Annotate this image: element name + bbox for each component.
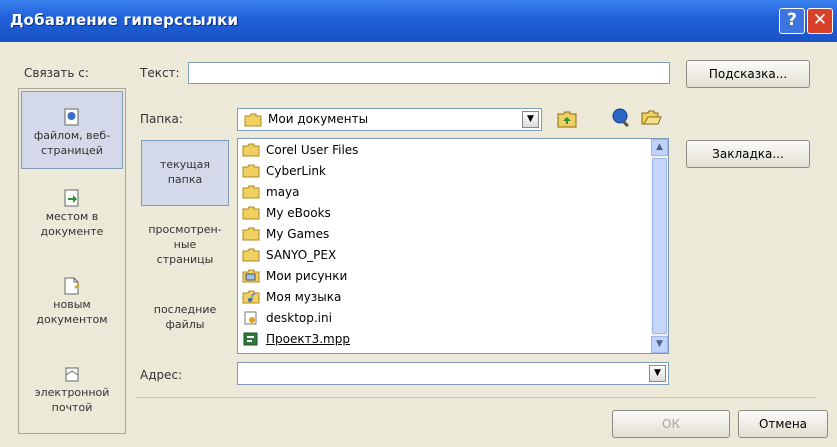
address-label: Адрес: (140, 368, 183, 382)
title-bar[interactable]: Добавление гиперссылки ? ✕ (0, 0, 837, 42)
browsed-pages-label-3: страницы (156, 253, 214, 266)
link-to-place-in-document[interactable]: местом в документе (21, 189, 123, 239)
cancel-button[interactable]: Отмена (738, 410, 828, 438)
pictures-folder-icon (242, 269, 260, 283)
list-item[interactable]: Проект3.mpp (242, 329, 350, 349)
link-to-web-page[interactable]: файлом, веб- страницей (21, 91, 123, 169)
address-dropdown-arrow[interactable]: ▼ (649, 365, 666, 382)
web-page-icon (64, 108, 79, 126)
folder-icon (242, 143, 260, 157)
recent-files-tab[interactable]: последние файлы (141, 302, 229, 332)
link-to-panel: файлом, веб- страницей местом в документ… (18, 88, 126, 434)
up-folder-button[interactable] (556, 108, 578, 130)
recent-files-label: последние (153, 303, 217, 316)
browsed-pages-label: просмотрен- (148, 223, 222, 236)
browsed-pages-tab[interactable]: просмотрен- ные страницы (141, 222, 229, 267)
file-name: My eBooks (266, 206, 331, 220)
list-item[interactable]: Мои рисунки (242, 266, 347, 286)
folder-icon (242, 227, 260, 241)
current-folder-label-2: папка (167, 173, 203, 186)
file-name: Corel User Files (266, 143, 359, 157)
web-search-icon (612, 108, 629, 128)
link-to-email-label-2: почтой (51, 401, 93, 414)
folder-icon (242, 164, 260, 178)
folder-selected: Мои документы (268, 112, 369, 126)
file-list-scrollbar[interactable]: ▲ ▼ (651, 139, 668, 353)
current-folder-label: текущая (159, 158, 211, 171)
ok-button[interactable]: ОК (612, 410, 730, 438)
link-to-new-document-label-2: документом (36, 313, 108, 326)
link-to-place-label: местом в (45, 210, 99, 223)
hyperlink-dialog: Добавление гиперссылки ? ✕ Связать с: фа… (0, 0, 837, 447)
folder-icon (242, 248, 260, 262)
file-name: Мои рисунки (266, 269, 348, 283)
link-to-new-document-label: новым (53, 298, 91, 311)
text-label: Текст: (140, 66, 180, 80)
file-name: maya (266, 185, 300, 199)
scroll-down-button[interactable]: ▼ (651, 336, 668, 353)
look-in-panel: текущая папка просмотрен- ные страницы п… (139, 138, 231, 354)
document-place-icon (64, 189, 79, 207)
link-to-email-label: электронной (34, 386, 110, 399)
bookmark-button[interactable]: Закладка... (686, 140, 810, 168)
list-item[interactable]: Corel User Files (242, 140, 358, 160)
file-name: Моя музыка (266, 290, 342, 304)
browse-file-button[interactable] (640, 106, 662, 128)
link-to-web-page-label-2: страницей (41, 144, 103, 157)
list-item[interactable]: My Games (242, 224, 329, 244)
folder-icon (244, 113, 262, 127)
folder-label: Папка: (140, 112, 183, 126)
text-input[interactable] (188, 62, 670, 84)
file-name: SANYO_PEX (266, 248, 337, 262)
file-list[interactable]: Corel User Files CyberLink maya My eBook… (237, 138, 669, 354)
dialog-title: Добавление гиперссылки (10, 11, 239, 29)
list-item[interactable]: desktop.ini (242, 308, 332, 328)
settings-file-icon (244, 311, 257, 325)
list-item[interactable]: maya (242, 182, 300, 202)
link-to-place-label-2: документе (40, 225, 104, 238)
file-name: My Games (266, 227, 330, 241)
folder-dropdown[interactable]: Мои документы ▼ (237, 108, 542, 131)
divider (137, 397, 817, 398)
file-name: desktop.ini (266, 311, 332, 325)
browse-web-button[interactable] (610, 106, 632, 128)
list-item[interactable]: Моя музыка (242, 287, 341, 307)
list-item[interactable]: SANYO_PEX (242, 245, 336, 265)
list-item[interactable]: CyberLink (242, 161, 326, 181)
current-folder-tab[interactable]: текущая папка (141, 140, 229, 206)
file-name: Проект3.mpp (266, 332, 350, 346)
list-item[interactable]: My eBooks (242, 203, 331, 223)
link-to-label: Связать с: (24, 66, 89, 80)
address-combo[interactable]: ▼ (237, 362, 669, 385)
recent-files-label-2: файлы (165, 318, 205, 331)
folder-icon (242, 185, 260, 199)
close-button[interactable]: ✕ (807, 8, 833, 34)
email-icon (65, 367, 79, 382)
link-to-email[interactable]: электронной почтой (21, 365, 123, 415)
project-file-icon (243, 332, 258, 346)
scroll-thumb[interactable] (652, 158, 667, 334)
new-document-icon (64, 277, 80, 295)
up-folder-icon (557, 111, 577, 128)
scroll-up-button[interactable]: ▲ (651, 139, 668, 156)
open-folder-icon (641, 110, 662, 125)
folder-icon (242, 206, 260, 220)
music-folder-icon (242, 290, 260, 304)
link-to-web-page-label: файлом, веб- (33, 129, 111, 142)
link-to-new-document[interactable]: новым документом (21, 277, 123, 327)
file-name: CyberLink (266, 164, 326, 178)
tooltip-button[interactable]: Подсказка... (686, 60, 810, 88)
folder-dropdown-arrow[interactable]: ▼ (522, 111, 539, 128)
browsed-pages-label-2: ные (173, 238, 197, 251)
help-button[interactable]: ? (779, 8, 805, 34)
